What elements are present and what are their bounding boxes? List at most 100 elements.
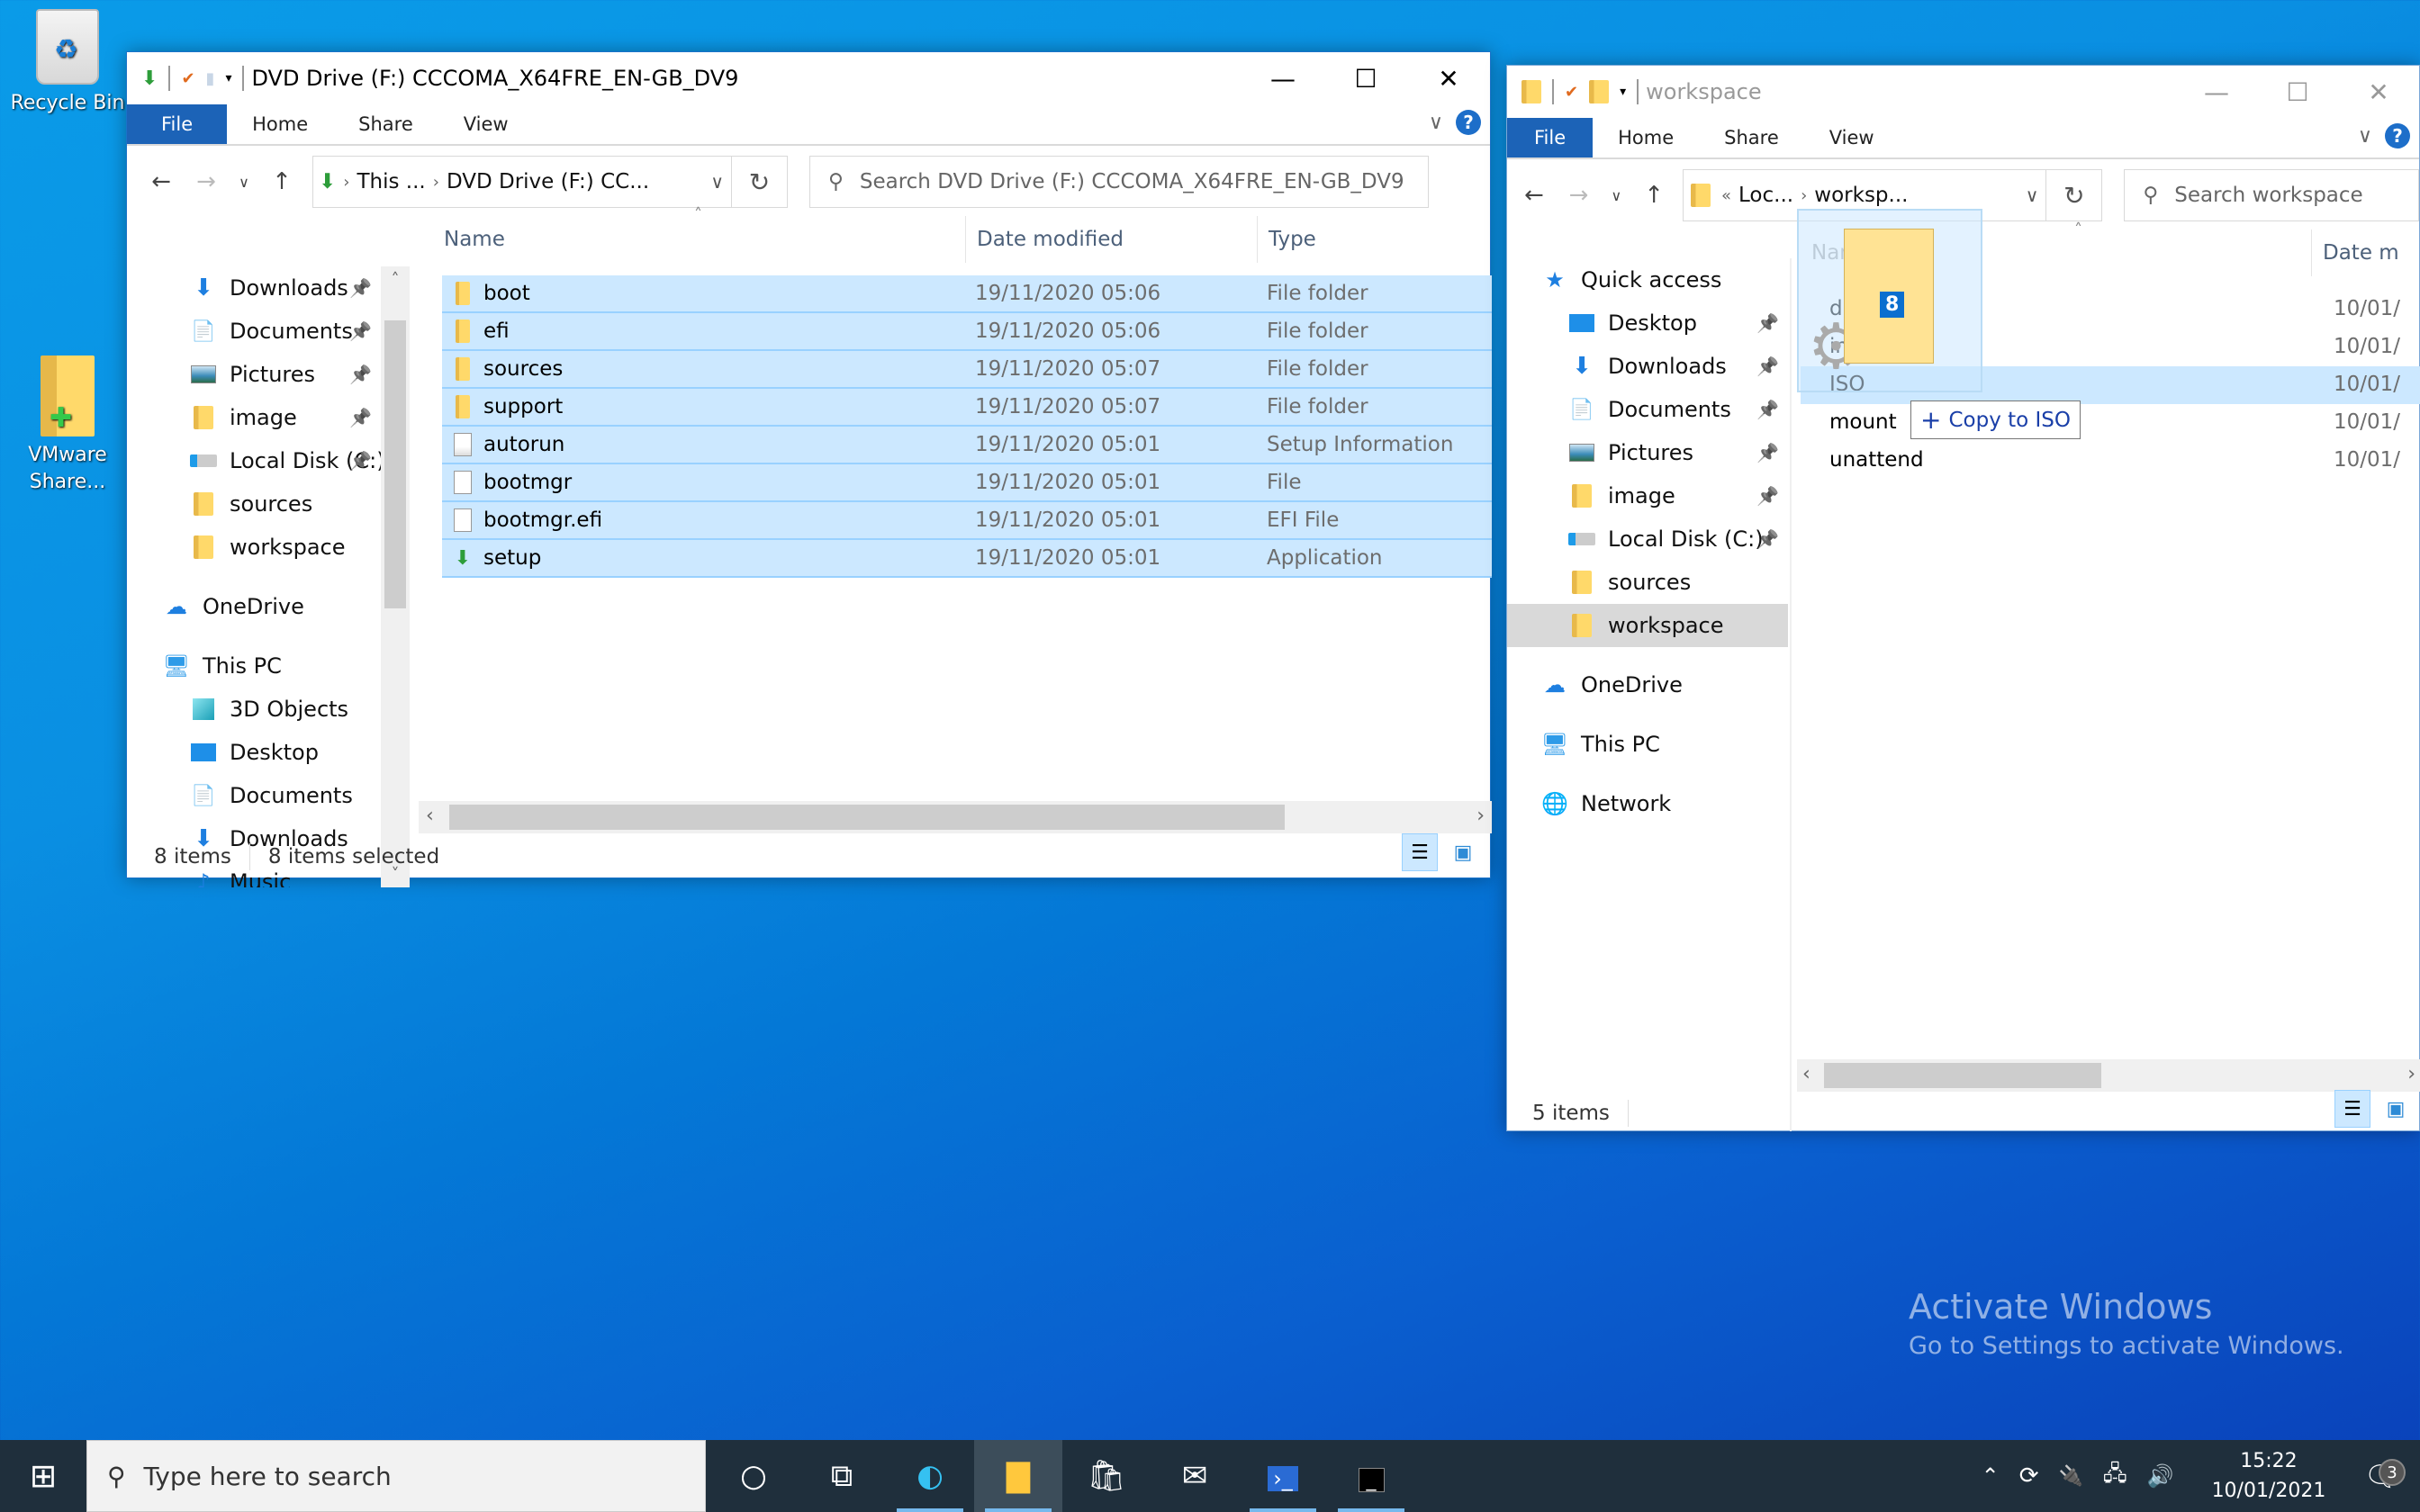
clock[interactable]: 15:22 10/01/2021 — [2212, 1446, 2326, 1506]
sidebar-item-pictures[interactable]: Pictures 📌 — [1507, 431, 1788, 474]
column-header-name[interactable]: Name — [433, 216, 966, 263]
title-bar[interactable]: ✔ ▾ workspace — ☐ ✕ — [1507, 66, 2419, 118]
tab-file[interactable]: File — [127, 104, 228, 144]
expand-ribbon-icon[interactable]: ∨ — [2358, 125, 2372, 148]
taskbar-app-edge[interactable]: ◐ — [886, 1440, 974, 1512]
volume-icon[interactable]: 🔊 — [2147, 1463, 2174, 1489]
pin-icon[interactable]: 📌 — [1756, 485, 1779, 507]
tab-home[interactable]: Home — [1593, 118, 1699, 158]
taskbar-app-powershell[interactable]: ›_ — [1239, 1440, 1327, 1512]
breadcrumb-dvd-drive[interactable]: DVD Drive (F:) CC... — [447, 170, 649, 194]
expand-ribbon-icon[interactable]: ∨ — [1429, 112, 1443, 134]
sidebar-item-documents[interactable]: 📄 Documents 📌 — [127, 310, 381, 353]
tab-share[interactable]: Share — [333, 104, 438, 144]
recent-locations-button[interactable]: ∨ — [1607, 187, 1625, 204]
horizontal-scrollbar[interactable]: ‹ › — [1797, 1059, 2420, 1092]
details-view-button[interactable]: ☰ — [2334, 1090, 2370, 1128]
pin-icon[interactable]: 📌 — [349, 277, 372, 299]
sidebar-item-local-disk-c[interactable]: Local Disk (C:) 📌 — [1507, 518, 1788, 561]
file-row[interactable]: unattend 10/01/ — [1801, 442, 2420, 480]
network-icon[interactable]: 🖧 — [2103, 1458, 2127, 1495]
close-button[interactable]: ✕ — [1407, 52, 1490, 104]
show-hidden-icons-button[interactable]: ⌃ — [1982, 1463, 2000, 1489]
sidebar-item-desktop[interactable]: Desktop — [127, 731, 381, 774]
breadcrumb-workspace[interactable]: worksp... — [1814, 184, 1908, 207]
customize-qat-icon[interactable]: ▾ — [1620, 85, 1626, 99]
scrollbar-thumb[interactable] — [1824, 1063, 2101, 1088]
file-row[interactable]: boot 19/11/2020 05:06 File folder — [442, 275, 1492, 313]
sidebar-item-quick-access[interactable]: ★ Quick access — [1507, 258, 1788, 302]
sidebar-item-documents[interactable]: 📄 Documents — [127, 774, 381, 817]
horizontal-scrollbar[interactable]: ‹ › — [419, 801, 1492, 833]
tab-share[interactable]: Share — [1699, 118, 1804, 158]
address-bar[interactable]: ⬇ › This ... › DVD Drive (F:) CC... ∨ ↻ — [312, 156, 788, 208]
customize-qat-icon[interactable]: ▾ — [225, 71, 231, 86]
pin-icon[interactable]: 📌 — [1756, 442, 1779, 464]
title-bar[interactable]: ⬇ ✔ ▮ ▾ DVD Drive (F:) CCCOMA_X64FRE_EN-… — [127, 52, 1490, 104]
pin-icon[interactable]: 📌 — [1756, 356, 1779, 377]
refresh-button[interactable]: ↻ — [731, 157, 787, 207]
scroll-left-icon[interactable]: ‹ — [426, 805, 434, 827]
sidebar-item-image[interactable]: image 📌 — [1507, 474, 1788, 518]
properties-icon[interactable]: ✔ — [181, 69, 194, 88]
sidebar-item-workspace[interactable]: workspace — [127, 526, 381, 569]
sidebar-item-workspace[interactable]: workspace — [1507, 604, 1788, 647]
sidebar-item-network[interactable]: 🌐 Network — [1507, 782, 1788, 825]
back-button[interactable]: ← — [1518, 182, 1550, 209]
pin-icon[interactable]: 📌 — [349, 320, 372, 342]
nav-pane-scrollbar[interactable]: ˄ ˅ — [381, 266, 410, 887]
help-icon[interactable]: ? — [2385, 123, 2410, 148]
sidebar-item-onedrive[interactable]: ☁ OneDrive — [1507, 663, 1788, 706]
sidebar-item-sources[interactable]: sources — [127, 482, 381, 526]
recent-locations-button[interactable]: ∨ — [235, 174, 253, 191]
address-dropdown-icon[interactable]: ∨ — [710, 171, 724, 193]
up-button[interactable]: ↑ — [266, 168, 298, 195]
taskbar-search-input[interactable]: Type here to search — [144, 1462, 392, 1491]
scroll-left-icon[interactable]: ‹ — [1802, 1063, 1810, 1085]
forward-button[interactable]: → — [190, 168, 222, 195]
power-icon[interactable]: 🔌 — [2059, 1465, 2083, 1488]
column-header-type[interactable]: Type — [1258, 216, 1492, 263]
address-dropdown-icon[interactable]: ∨ — [2026, 184, 2039, 206]
pane-divider[interactable] — [1790, 258, 1792, 1131]
file-row[interactable]: support 19/11/2020 05:07 File folder — [442, 389, 1492, 427]
file-row[interactable]: autorun 19/11/2020 05:01 Setup Information — [442, 427, 1492, 464]
tab-view[interactable]: View — [1804, 118, 1900, 158]
scroll-up-icon[interactable]: ˄ — [381, 270, 410, 289]
pin-icon[interactable]: 📌 — [1756, 528, 1779, 550]
taskbar-search[interactable]: ⚲ Type here to search — [86, 1440, 706, 1512]
sidebar-item-downloads[interactable]: ⬇ Downloads 📌 — [127, 266, 381, 310]
close-button[interactable]: ✕ — [2338, 66, 2419, 118]
large-icons-view-button[interactable]: ▣ — [1445, 833, 1481, 871]
sidebar-item-image[interactable]: image 📌 — [127, 396, 381, 439]
properties-icon[interactable]: ✔ — [1565, 83, 1578, 102]
scrollbar-thumb[interactable] — [384, 320, 406, 608]
taskbar-app-cortana[interactable]: ○ — [709, 1440, 798, 1512]
file-row[interactable]: bootmgr.efi 19/11/2020 05:01 EFI File — [442, 502, 1492, 540]
search-box[interactable]: ⚲ Search DVD Drive (F:) CCCOMA_X64FRE_EN… — [809, 156, 1429, 208]
large-icons-view-button[interactable]: ▣ — [2378, 1090, 2414, 1128]
sidebar-item-sources[interactable]: sources — [1507, 561, 1788, 604]
taskbar-app-task-view[interactable]: ⧉ — [798, 1440, 886, 1512]
action-center-button[interactable]: 🗨3 — [2363, 1459, 2406, 1493]
scroll-right-icon[interactable]: › — [1476, 805, 1485, 827]
scroll-right-icon[interactable]: › — [2407, 1063, 2415, 1085]
sidebar-item-this-pc[interactable]: 🖥 This PC — [1507, 723, 1788, 766]
desktop-icon-recycle-bin[interactable]: ♻ Recycle Bin — [0, 9, 135, 117]
desktop-icon-vmware-share[interactable]: ✚ VMware Share... — [0, 356, 135, 495]
forward-button[interactable]: → — [1563, 182, 1595, 209]
new-folder-icon[interactable]: ▮ — [206, 69, 215, 88]
file-row[interactable]: efi 19/11/2020 05:06 File folder — [442, 313, 1492, 351]
pin-icon[interactable]: 📌 — [1756, 312, 1779, 334]
tab-home[interactable]: Home — [227, 104, 333, 144]
breadcrumb-this-pc[interactable]: This ... — [357, 170, 425, 194]
pin-icon[interactable]: 📌 — [349, 364, 372, 385]
file-row[interactable]: sources 19/11/2020 05:07 File folder — [442, 351, 1492, 389]
windows-update-icon[interactable]: ⟳ — [2019, 1462, 2039, 1490]
sidebar-item-this-pc[interactable]: 🖥 This PC — [127, 644, 381, 688]
tab-file[interactable]: File — [1507, 118, 1594, 158]
start-button[interactable]: ⊞ — [0, 1440, 86, 1512]
taskbar-app-command-prompt[interactable]: _ — [1327, 1440, 1415, 1512]
search-input[interactable]: Search workspace — [2174, 184, 2362, 207]
taskbar-app-mail[interactable]: ✉ — [1151, 1440, 1239, 1512]
